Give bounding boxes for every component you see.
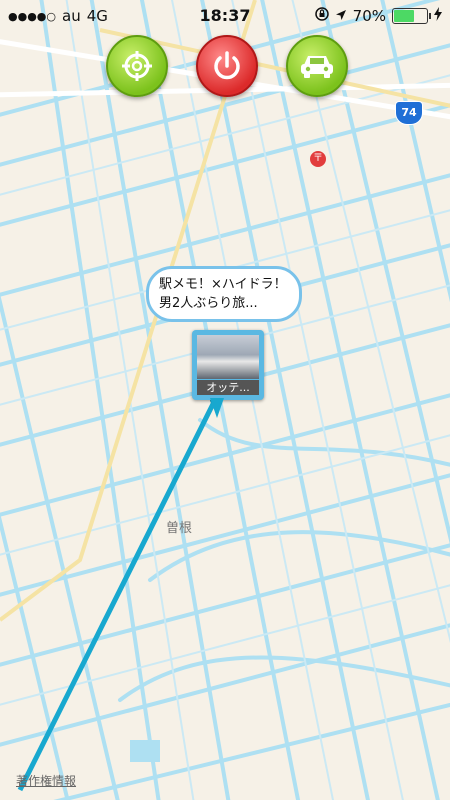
status-bar: ●●●●○ au 4G 18:37 70% <box>0 0 450 32</box>
callout-line-1: 駅メモ！×ハイドラ！ <box>159 277 287 292</box>
car-icon <box>301 56 333 78</box>
charging-bolt-icon <box>434 7 442 25</box>
copyright-link[interactable]: 著作権情報 <box>16 772 76 789</box>
post-office-icon: 〒 <box>310 151 326 167</box>
callout-line-2: 男2人ぶらり旅... <box>159 296 258 311</box>
photo-pin[interactable]: オッテ... <box>192 330 264 400</box>
pin-pointer <box>210 398 224 418</box>
post-callout[interactable]: 駅メモ！×ハイドラ！ 男2人ぶらり旅... <box>146 266 302 322</box>
battery-percent: 70% <box>352 7 386 25</box>
pin-photo <box>197 335 259 379</box>
car-button[interactable] <box>286 35 348 97</box>
location-arrow-icon <box>335 7 347 25</box>
orientation-lock-icon <box>314 7 329 25</box>
crosshair-icon <box>122 51 152 81</box>
power-icon <box>214 51 240 80</box>
route-74-badge: 74 <box>395 101 423 125</box>
battery-icon <box>392 8 431 24</box>
power-button[interactable] <box>196 35 258 97</box>
area-label: 曽根 <box>166 521 193 536</box>
pin-label: オッテ... <box>197 380 259 395</box>
locate-button[interactable] <box>106 35 168 97</box>
